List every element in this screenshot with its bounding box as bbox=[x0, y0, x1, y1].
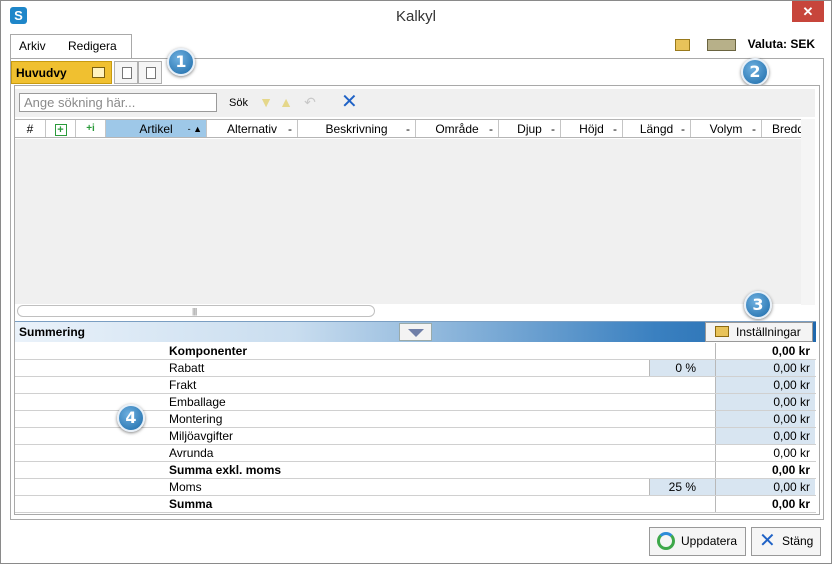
summary-row-label: Miljöavgifter bbox=[169, 429, 234, 443]
col-djup[interactable]: Djup - bbox=[499, 120, 561, 137]
search-input[interactable] bbox=[19, 93, 217, 112]
add-icon: + bbox=[54, 124, 67, 136]
summary-dropdown[interactable] bbox=[399, 323, 432, 341]
col-alternativ[interactable]: Alternativ - bbox=[207, 120, 298, 137]
col-omrade[interactable]: Område - bbox=[416, 120, 499, 137]
col-artikel[interactable]: Artikel - ▲ bbox=[106, 120, 207, 137]
close-window-button[interactable]: ✕ bbox=[792, 1, 824, 22]
new-document-icon bbox=[122, 67, 132, 79]
bottom-bar: Uppdatera ✕ Stäng bbox=[1, 523, 831, 563]
summary-title: Summering bbox=[19, 325, 86, 339]
search-toolbar: Sök ▼ ▲ ↶ ✕ bbox=[15, 89, 815, 117]
summary-row-label: Komponenter bbox=[169, 344, 247, 358]
settings-folder-icon bbox=[715, 326, 729, 337]
menu-redigera[interactable]: Redigera bbox=[68, 39, 117, 53]
scroll-grip-icon: |||| bbox=[192, 307, 197, 316]
col-beskrivning[interactable]: Beskrivning - bbox=[298, 120, 416, 137]
summary-row-value: 0,00 kr bbox=[715, 343, 815, 359]
grid-body[interactable] bbox=[15, 139, 801, 304]
folder-icon[interactable] bbox=[675, 39, 690, 51]
refresh-icon bbox=[657, 532, 675, 550]
sort-ascending-icon: - ▲ bbox=[187, 124, 202, 134]
triangle-up-icon[interactable]: ▲ bbox=[279, 95, 293, 109]
summary-row: Frakt 0,00 kr bbox=[15, 377, 816, 394]
copy-view-button[interactable] bbox=[138, 61, 162, 84]
summary-row: Avrunda 0,00 kr bbox=[15, 445, 816, 462]
summary-row-percent[interactable]: 25 % bbox=[649, 479, 715, 495]
summary-row: Rabatt 0 % 0,00 kr bbox=[15, 360, 816, 377]
window-title: Kalkyl bbox=[395, 8, 436, 25]
callout-badge-2: 2 bbox=[741, 58, 769, 86]
col-number[interactable]: # bbox=[15, 120, 46, 137]
summary-row: Komponenter 0,00 kr bbox=[15, 343, 816, 360]
callout-badge-3: 3 bbox=[744, 291, 772, 319]
summary-row-label: Moms bbox=[169, 480, 202, 494]
summary-row-value[interactable]: 0,00 kr bbox=[715, 411, 815, 427]
summary-row-label: Rabatt bbox=[169, 361, 205, 375]
summary-row-value[interactable]: 0,00 kr bbox=[715, 394, 815, 410]
close-button[interactable]: ✕ Stäng bbox=[751, 527, 821, 556]
col-add[interactable]: + bbox=[46, 120, 76, 137]
copy-document-icon bbox=[146, 67, 156, 79]
currency-label: Valuta: SEK bbox=[747, 37, 815, 51]
summary-row-value[interactable]: 0,00 kr bbox=[715, 360, 815, 376]
chevron-down-icon bbox=[408, 329, 424, 337]
tab-huvudvy[interactable]: Huvudvy bbox=[11, 61, 112, 84]
undo-icon[interactable]: ↶ bbox=[303, 95, 317, 109]
summary-row-value[interactable]: 0,00 kr bbox=[715, 479, 815, 495]
search-button[interactable]: Sök bbox=[229, 97, 248, 109]
summary-row: Moms 25 % 0,00 kr bbox=[15, 479, 816, 496]
col-hojd[interactable]: Höjd - bbox=[561, 120, 623, 137]
summary-row-value[interactable]: 0,00 kr bbox=[715, 428, 815, 444]
settings-button[interactable]: Inställningar bbox=[705, 322, 813, 342]
summary-row-value: 0,00 kr bbox=[715, 445, 815, 461]
update-button-label: Uppdatera bbox=[681, 534, 738, 548]
vertical-scrollbar[interactable] bbox=[801, 119, 815, 305]
horizontal-scrollbar[interactable]: |||| bbox=[17, 305, 375, 317]
callout-badge-1: 1 bbox=[167, 48, 195, 76]
title-bar: S Kalkyl ✕ bbox=[1, 1, 831, 31]
grid-header: # + +i Artikel - ▲ Alternativ - Beskrivni… bbox=[15, 119, 801, 138]
col-volym[interactable]: Volym - bbox=[691, 120, 762, 137]
col-bredd[interactable]: Bredd bbox=[762, 120, 801, 137]
close-icon: ✕ bbox=[759, 530, 776, 552]
kalkyl-window: S Kalkyl ✕ Arkiv Redigera Valuta: SEK Hu… bbox=[0, 0, 832, 564]
col-add-info[interactable]: +i bbox=[76, 120, 106, 137]
close-button-label: Stäng bbox=[782, 534, 814, 548]
clear-search-icon[interactable]: ✕ bbox=[341, 92, 358, 112]
summary-row-label: Avrunda bbox=[169, 446, 214, 460]
menu-arkiv[interactable]: Arkiv bbox=[19, 39, 46, 53]
filter-icon[interactable]: ▼ bbox=[259, 95, 273, 109]
callout-badge-4: 4 bbox=[117, 404, 145, 432]
summary-row-label: Summa exkl. moms bbox=[169, 463, 282, 477]
summary-row: Summa exkl. moms 0,00 kr bbox=[15, 462, 816, 479]
update-button[interactable]: Uppdatera bbox=[649, 527, 746, 556]
summary-row: Summa 0,00 kr bbox=[15, 496, 816, 513]
summary-row-percent[interactable]: 0 % bbox=[649, 360, 715, 376]
menu-bar: Arkiv Redigera bbox=[10, 34, 132, 58]
summary-row-value: 0,00 kr bbox=[715, 496, 815, 512]
tab-huvudvy-label: Huvudvy bbox=[16, 66, 67, 80]
summary-row-value[interactable]: 0,00 kr bbox=[715, 377, 815, 393]
view-picture-icon bbox=[92, 67, 105, 78]
money-icon bbox=[707, 39, 736, 51]
summary-row-label: Summa bbox=[169, 497, 213, 511]
summary-row-label: Montering bbox=[169, 412, 223, 426]
col-langd[interactable]: Längd - bbox=[623, 120, 691, 137]
new-view-button[interactable] bbox=[114, 61, 138, 84]
settings-button-label: Inställningar bbox=[736, 325, 801, 339]
summary-row-label: Emballage bbox=[169, 395, 226, 409]
summary-header: Summering Inställningar bbox=[15, 321, 816, 342]
summary-row-value: 0,00 kr bbox=[715, 462, 815, 478]
summary-row-label: Frakt bbox=[169, 378, 197, 392]
